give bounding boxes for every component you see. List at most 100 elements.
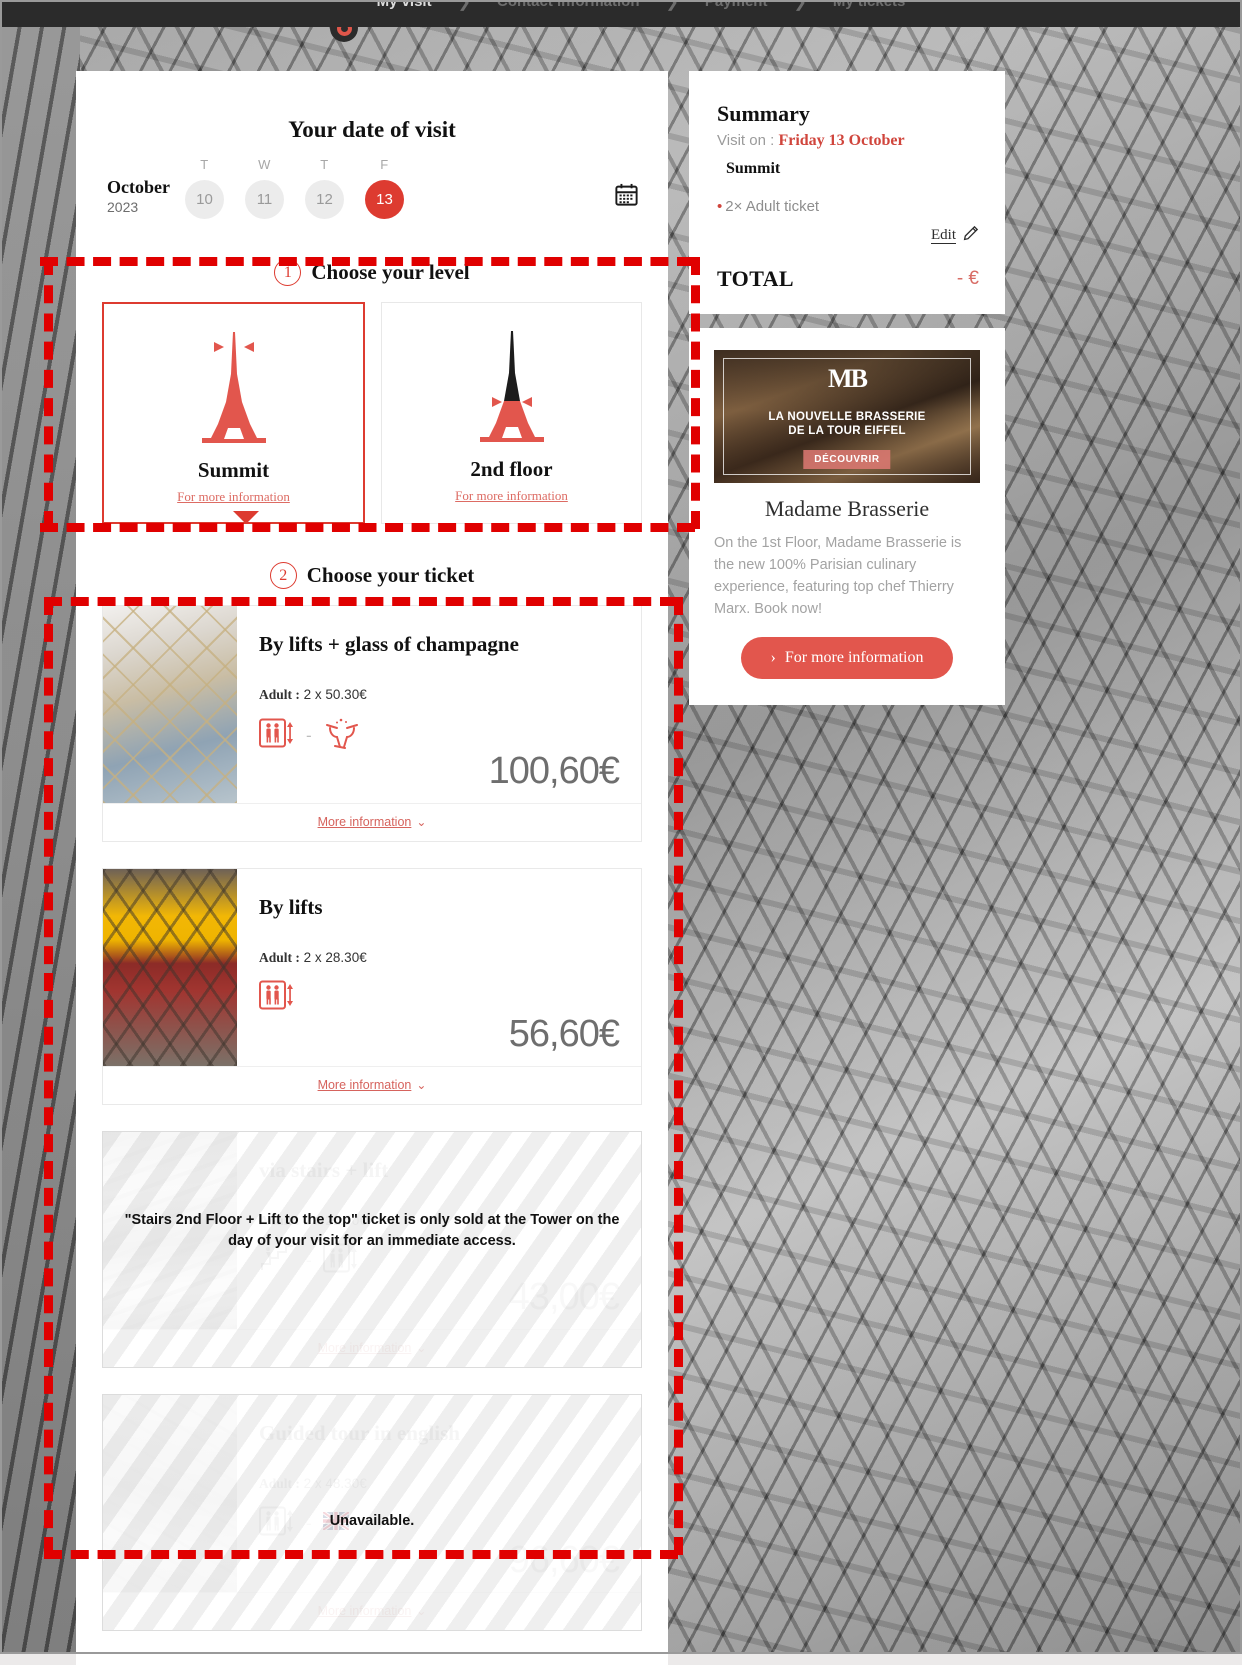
sidebar: Summary Visit on : Friday 13 October Sum… xyxy=(689,71,1005,706)
summary-line-item: • 2× Adult ticket xyxy=(717,198,979,215)
breadcrumb-steps: My visit ❯ Contact information ❯ Payment… xyxy=(351,0,932,24)
chevron-down-icon: ⌄ xyxy=(416,1341,427,1355)
chevron-down-icon[interactable]: ⌄ xyxy=(416,815,426,829)
summary-edit-row[interactable]: Edit xyxy=(717,225,979,246)
level-card-summit[interactable]: Summit For more information xyxy=(102,302,365,524)
ticket-icon-row: - xyxy=(259,717,619,754)
ticket-price-detail: 2 x 50.30€ xyxy=(303,687,367,702)
ticket-title: By lifts xyxy=(259,895,323,919)
ticket-photo xyxy=(103,1395,237,1592)
level-more-information-link[interactable]: For more information xyxy=(177,489,290,505)
ticket-price-detail: 2 x 48.30€ xyxy=(303,1476,367,1491)
chevron-right-icon: › xyxy=(770,649,776,667)
promo-panel: MB LA NOUVELLE BRASSERIE DE LA TOUR EIFF… xyxy=(689,328,1005,706)
ticket-price-label: Adult : xyxy=(259,687,300,702)
promo-image[interactable]: MB LA NOUVELLE BRASSERIE DE LA TOUR EIFF… xyxy=(714,350,980,483)
day-option-11[interactable]: W 11 xyxy=(245,157,284,219)
ticket-card-by-lifts[interactable]: By lifts Adult : 2 x 28.30€ 56,60€ More … xyxy=(102,868,642,1105)
promo-caption-line-2: DE LA TOUR EIFFEL xyxy=(788,425,906,438)
chevron-down-icon[interactable]: ⌄ xyxy=(416,1078,426,1092)
madame-brasserie-logo: MB xyxy=(828,364,868,393)
ticket-footer: More information ⌄ xyxy=(103,1592,641,1630)
nav-step-my-visit[interactable]: My visit xyxy=(351,0,458,10)
calendar-icon[interactable] xyxy=(613,181,640,219)
nav-step-my-tickets[interactable]: My tickets xyxy=(807,0,932,10)
step-1-number: 1 xyxy=(274,259,302,286)
summary-panel: Summary Visit on : Friday 13 October Sum… xyxy=(689,71,1005,314)
summary-visit-prefix: Visit on : xyxy=(717,132,775,149)
ticket-card-via-stairs-lift: via stairs + lift Adult : 2 x 21.50€ - 4… xyxy=(102,1131,642,1368)
promo-title: Madame Brasserie xyxy=(764,496,930,521)
day-number: 13 xyxy=(365,180,404,219)
summary-line-item-text: 2× Adult ticket xyxy=(725,198,820,215)
pencil-icon[interactable] xyxy=(963,225,979,246)
ticket-card-guided-tour-english: Guided tour in english Adult : 2 x 48.30… xyxy=(102,1394,642,1631)
lift-icon xyxy=(259,718,295,753)
nav-separator-2: ❯ xyxy=(665,0,679,11)
ticket-price-label: Adult : xyxy=(259,1476,300,1491)
champagne-glasses-icon xyxy=(323,717,361,754)
level-options: Summit For more information 2nd floor Fo… xyxy=(76,302,668,524)
bullet-icon: • xyxy=(717,198,723,215)
step-2-header: 2 Choose your ticket xyxy=(76,524,668,605)
summary-level: Summit xyxy=(726,160,781,177)
eiffel-tower-2nd-floor-icon xyxy=(382,325,641,445)
day-of-week-label: T xyxy=(320,157,329,172)
level-name: 2nd floor xyxy=(470,457,553,481)
day-of-week-label: W xyxy=(258,157,271,172)
ticket-total-price: 100,60€ xyxy=(488,750,620,792)
promo-caption: LA NOUVELLE BRASSERIE DE LA TOUR EIFFEL xyxy=(714,410,980,439)
step-2-label: Choose your ticket xyxy=(306,563,475,587)
promo-more-information-button[interactable]: › For more information xyxy=(740,637,954,680)
breadcrumb-nav: My visit ❯ Contact information ❯ Payment… xyxy=(0,0,1242,27)
promo-description: On the 1st Floor, Madame Brasserie is th… xyxy=(714,535,962,618)
booking-main-panel: Your date of visit October 2023 T 10 W 1… xyxy=(76,71,668,1665)
summary-total-row: TOTAL - € xyxy=(717,266,979,292)
level-more-information-link[interactable]: For more information xyxy=(455,488,568,504)
summary-visit-date: Friday 13 October xyxy=(778,132,905,149)
total-value: - € xyxy=(956,268,979,289)
nav-step-payment[interactable]: Payment xyxy=(679,0,794,10)
ticket-footer: More information ⌄ xyxy=(103,803,641,841)
ticket-list: By lifts + glass of champagne Adult : 2 … xyxy=(76,605,668,1631)
day-of-week-label: T xyxy=(200,157,209,172)
day-option-12[interactable]: T 12 xyxy=(305,157,344,219)
ticket-photo xyxy=(103,869,237,1066)
promo-caption-line-1: LA NOUVELLE BRASSERIE xyxy=(768,411,926,423)
ticket-title: Guided tour in english xyxy=(259,1421,460,1445)
level-card-2nd-floor[interactable]: 2nd floor For more information xyxy=(381,302,642,524)
step-1-label: Choose your level xyxy=(311,260,470,284)
ticket-more-information-link[interactable]: More information xyxy=(318,1078,412,1092)
nav-separator-1: ❯ xyxy=(457,0,472,11)
total-label: TOTAL xyxy=(717,266,794,291)
day-option-10[interactable]: T 10 xyxy=(185,157,224,219)
ticket-more-information-link[interactable]: More information xyxy=(318,815,412,829)
day-of-week-label: F xyxy=(380,157,389,172)
day-option-13-selected[interactable]: F 13 xyxy=(365,157,404,219)
icon-separator: - xyxy=(306,1250,312,1270)
ticket-total-price: 56,60€ xyxy=(508,1013,620,1055)
step-1-header: 1 Choose your level xyxy=(76,241,668,302)
ticket-unit-price: Adult : 2 x 50.30€ xyxy=(259,687,619,703)
level-name: Summit xyxy=(197,458,270,482)
nav-step-contact-information[interactable]: Contact information xyxy=(471,0,666,10)
ticket-more-information-link: More information xyxy=(317,1341,412,1355)
page-title: Your date of visit xyxy=(288,117,456,142)
ticket-price-label: Adult : xyxy=(259,950,300,965)
ticket-unavailable-message: "Stairs 2nd Floor + Lift to the top" tic… xyxy=(124,1212,620,1249)
chevron-down-icon: ⌄ xyxy=(416,1604,427,1618)
selected-level-caret-icon xyxy=(233,511,259,524)
ticket-price-detail: 2 x 28.30€ xyxy=(303,950,367,965)
summary-visit-date-row: Visit on : Friday 13 October xyxy=(717,132,979,150)
ticket-total-price: 43,00€ xyxy=(508,1276,620,1318)
edit-button-label[interactable]: Edit xyxy=(931,227,956,244)
step-2-number: 2 xyxy=(269,562,297,589)
ticket-card-by-lifts-champagne[interactable]: By lifts + glass of champagne Adult : 2 … xyxy=(102,605,642,842)
day-number: 11 xyxy=(245,180,284,219)
promo-discover-badge[interactable]: DÉCOUVRIR xyxy=(803,450,891,469)
ticket-title: via stairs + lift xyxy=(259,1158,389,1182)
month-year-label: October 2023 xyxy=(107,177,181,219)
ticket-unit-price: Adult : 2 x 48.30€ xyxy=(259,1476,619,1492)
day-number: 10 xyxy=(185,180,224,219)
ticket-footer: More information ⌄ xyxy=(103,1329,641,1367)
